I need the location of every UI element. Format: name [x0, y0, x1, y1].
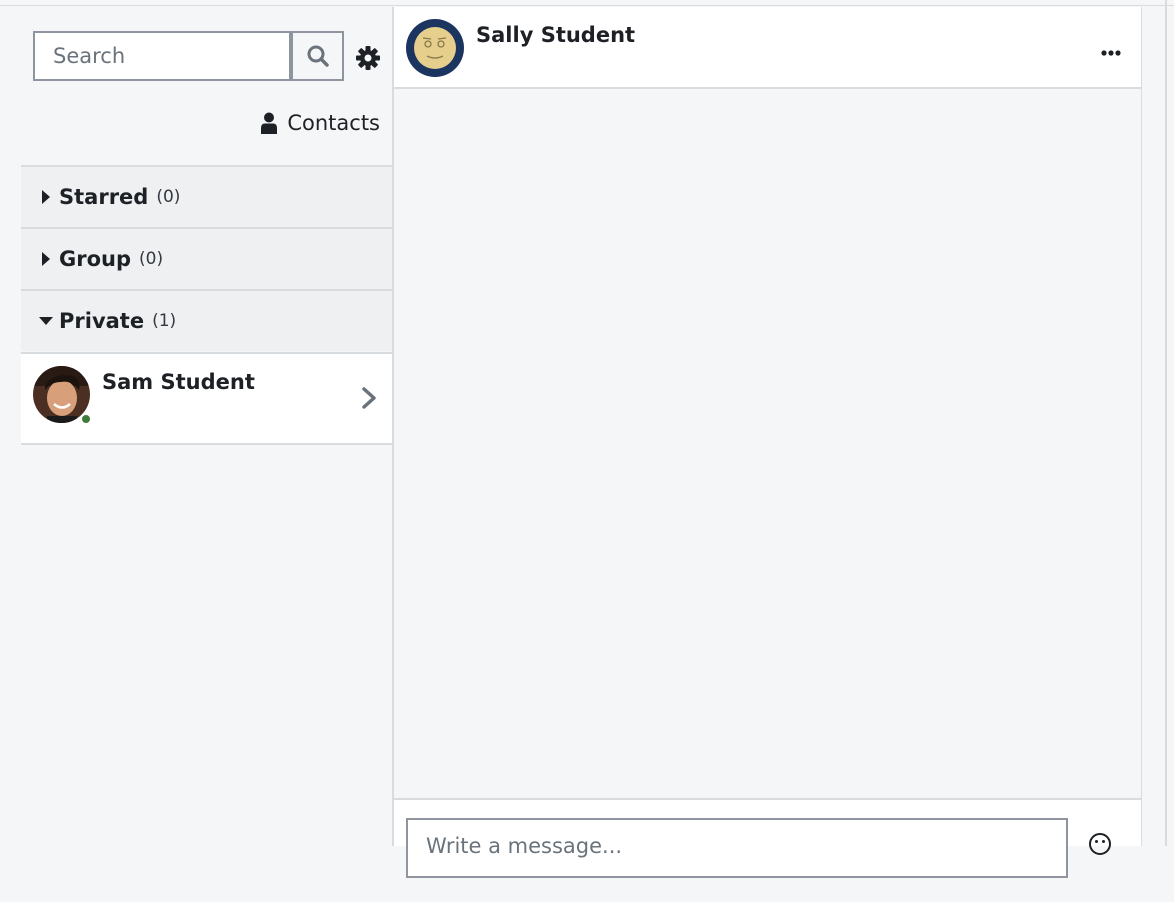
- section-count: (0): [139, 249, 164, 269]
- search-button[interactable]: [291, 31, 344, 81]
- conversation-right-border: [1141, 7, 1142, 846]
- contacts-label: Contacts: [287, 111, 380, 135]
- search-input[interactable]: [35, 33, 283, 79]
- avatar: [33, 366, 92, 425]
- window-right-border: [1165, 0, 1167, 846]
- contact-name: Sam Student: [102, 370, 255, 394]
- sidebar: Contacts Starred (0) Group (0) Private (…: [0, 7, 392, 846]
- message-composer: [394, 800, 1141, 898]
- section-count: (1): [152, 311, 177, 331]
- emoji-icon[interactable]: [1088, 832, 1112, 856]
- more-options-button[interactable]: [1101, 37, 1121, 61]
- search-field[interactable]: [33, 31, 291, 81]
- panel-divider: [392, 7, 394, 846]
- user-icon: [261, 112, 278, 134]
- chevron-right-icon: [362, 387, 376, 409]
- avatar[interactable]: [406, 19, 464, 77]
- section-starred[interactable]: Starred (0): [21, 165, 392, 227]
- section-title: Group: [59, 247, 132, 271]
- conversation-list-item[interactable]: Sam Student: [21, 352, 392, 445]
- search-icon: [307, 45, 329, 67]
- contacts-link[interactable]: Contacts: [261, 111, 380, 135]
- section-title: Starred: [59, 185, 149, 209]
- gear-icon: [356, 46, 380, 70]
- section-title: Private: [59, 309, 145, 333]
- top-border: [0, 0, 1174, 6]
- online-status-dot: [80, 413, 92, 425]
- message-input[interactable]: [408, 820, 1064, 898]
- conversation-header: Sally Student: [394, 7, 1141, 89]
- message-input-box[interactable]: [406, 818, 1068, 898]
- conversation-title[interactable]: Sally Student: [476, 23, 635, 47]
- ellipsis-icon: [1101, 50, 1121, 56]
- settings-button[interactable]: [355, 45, 381, 71]
- caret-right-icon: [39, 252, 53, 266]
- caret-down-icon: [39, 317, 53, 325]
- caret-right-icon: [39, 190, 53, 204]
- section-count: (0): [156, 187, 181, 207]
- section-private[interactable]: Private (1): [21, 289, 392, 351]
- section-group[interactable]: Group (0): [21, 227, 392, 289]
